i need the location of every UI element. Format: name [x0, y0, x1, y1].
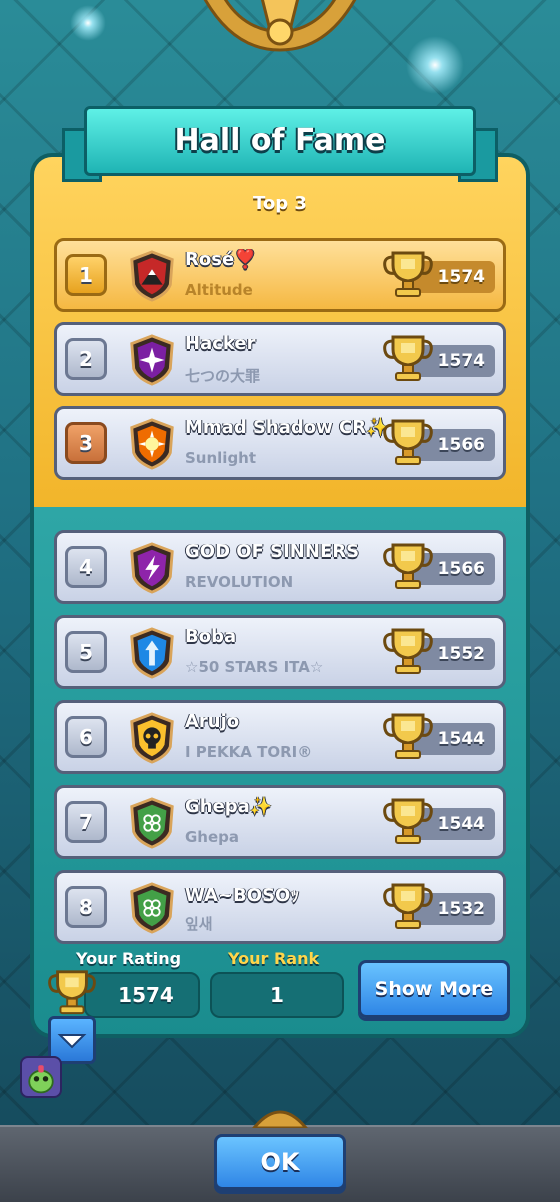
skull-badge-icon [130, 712, 174, 764]
trophy-icon [383, 628, 433, 674]
player-name: Hacker [185, 333, 256, 354]
trophy-icon [383, 419, 433, 465]
clan-name: ☆50 STARS ITA☆ [185, 658, 324, 676]
rank-number: 7 [65, 801, 107, 843]
rank-number: 3 [65, 422, 107, 464]
cactus-avatar-icon [28, 1065, 54, 1094]
top3-label: Top 3 [253, 193, 307, 214]
clan-name: Sunlight [185, 449, 257, 467]
player-name: Ghepa✨ [185, 796, 273, 817]
leaderboard-row[interactable]: 5 Boba ☆50 STARS ITA☆ 1552 [54, 615, 506, 689]
crest-ornament-bottom [252, 1110, 308, 1128]
page-title: Hall of Fame [84, 106, 476, 176]
leaderboard-row[interactable]: 6 Arujo I PEKKA TORI® 1544 [54, 700, 506, 774]
rank-number: 6 [65, 716, 107, 758]
lightning-badge-icon [130, 542, 174, 594]
trophy-icon [383, 798, 433, 844]
show-more-button[interactable]: Show More [358, 960, 510, 1018]
star-burst-badge-icon [130, 334, 174, 386]
clan-name: REVOLUTION [185, 573, 294, 591]
clover-badge-icon [130, 882, 174, 934]
arrow-badge-icon [130, 627, 174, 679]
player-name: Arujo [185, 711, 240, 732]
chevron-down-icon [57, 1034, 87, 1049]
player-name: WA~BOSOｯ [185, 885, 300, 906]
trophy-icon [383, 883, 433, 929]
rank-number: 5 [65, 631, 107, 673]
trophy-icon [383, 335, 433, 381]
leaderboard-row[interactable]: 4 GOD OF SINNERS REVOLUTION 1566 [54, 530, 506, 604]
clan-name: I PEKKA TORI® [185, 743, 313, 761]
trophy-icon [383, 251, 433, 297]
trophy-icon [383, 713, 433, 759]
avatar[interactable] [20, 1056, 62, 1098]
clan-name: Altitude [185, 281, 253, 299]
ok-button[interactable]: OK [214, 1134, 346, 1190]
player-name: Mmad Shadow CR✨ [185, 417, 389, 438]
rank-number: 1 [65, 254, 107, 296]
player-name: Rosé❣️ [185, 249, 257, 270]
your-rank-label: Your Rank [228, 949, 320, 968]
rank-number: 4 [65, 546, 107, 588]
leaderboard-row[interactable]: 1 Rosé❣️ Altitude 1574 [54, 238, 506, 312]
rank-number: 8 [65, 886, 107, 928]
rank-number: 2 [65, 338, 107, 380]
leaderboard-row[interactable]: 3 Mmad Shadow CR✨ Sunlight 1566 [54, 406, 506, 480]
your-rating-value: 1574 [84, 972, 200, 1018]
sun-badge-icon [130, 418, 174, 470]
leaderboard-row[interactable]: 2 Hacker 七つの大罪 1574 [54, 322, 506, 396]
leaderboard-row[interactable]: 7 Ghepa✨ Ghepa 1544 [54, 785, 506, 859]
sparkle-decoration [406, 36, 464, 94]
player-name: Boba [185, 626, 237, 647]
clan-name: Ghepa [185, 828, 240, 846]
sparkle-decoration [70, 5, 106, 41]
trophy-icon [383, 543, 433, 589]
clan-name: 잎새 [185, 915, 213, 933]
your-rank-value: 1 [210, 972, 344, 1018]
leaderboard-row[interactable]: 8 WA~BOSOｯ 잎새 1532 [54, 870, 506, 944]
clan-name: 七つの大罪 [185, 367, 261, 385]
clover-badge-icon [130, 797, 174, 849]
mountain-badge-icon [130, 250, 174, 302]
trophy-icon [48, 970, 96, 1015]
crest-ornament [203, 0, 357, 52]
player-name: GOD OF SINNERS [185, 541, 360, 562]
